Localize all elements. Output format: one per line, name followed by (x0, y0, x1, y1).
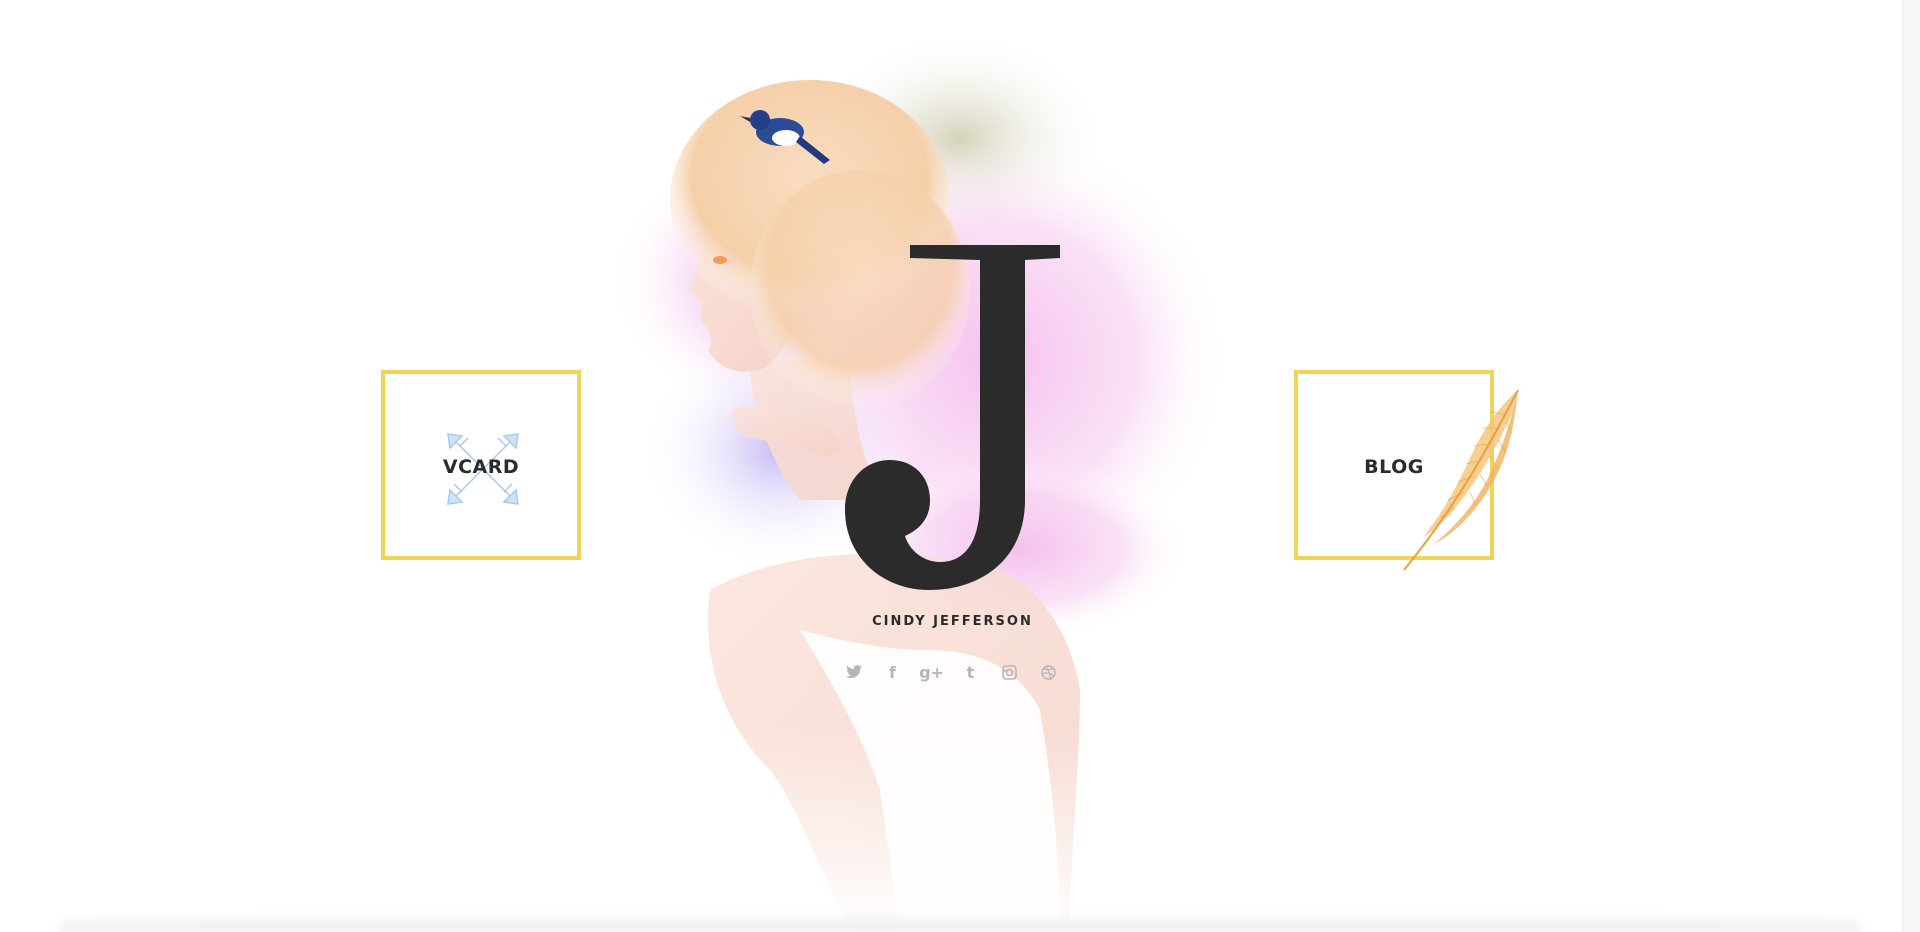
facebook-icon[interactable]: f (881, 661, 904, 684)
vcard-link[interactable]: VCARD (381, 370, 581, 560)
dribbble-icon[interactable] (1037, 661, 1060, 684)
twitter-icon[interactable] (842, 661, 865, 684)
instagram-icon[interactable] (998, 661, 1021, 684)
tumblr-glyph: t (966, 662, 975, 682)
facebook-glyph: f (889, 662, 896, 682)
person-name: CINDY JEFFERSON (872, 614, 1033, 629)
feather-icon (1394, 384, 1524, 574)
bottom-shadow (60, 912, 1860, 932)
page: CINDY JEFFERSON f g+ t VCARD BLOG (0, 0, 1920, 932)
google-plus-icon[interactable]: g+ (919, 661, 944, 684)
blog-label: BLOG (1364, 456, 1424, 478)
google-plus-glyph: g+ (919, 662, 944, 682)
monogram-logo (830, 210, 1070, 600)
blog-link[interactable]: BLOG (1294, 370, 1519, 571)
scrollbar[interactable] (1902, 0, 1920, 932)
vcard-label: VCARD (442, 456, 520, 478)
social-links: f g+ t (842, 660, 1060, 684)
tumblr-icon[interactable]: t (959, 661, 982, 684)
